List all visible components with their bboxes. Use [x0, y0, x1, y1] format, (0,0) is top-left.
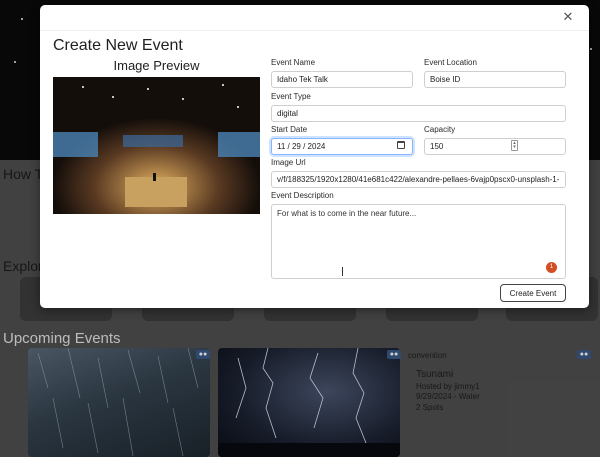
event-location-label: Event Location [424, 58, 477, 67]
capacity-label: Capacity [424, 125, 456, 134]
image-preview [53, 77, 260, 214]
event-description-textarea[interactable]: For what is to come in the near future..… [271, 204, 566, 279]
start-date-input[interactable] [271, 138, 413, 155]
event-location-input[interactable] [424, 71, 566, 88]
event-name-input[interactable] [271, 71, 413, 88]
capacity-input[interactable] [424, 138, 566, 155]
modal-divider [40, 30, 589, 31]
grammar-check-icon[interactable]: 1 [546, 262, 557, 273]
event-type-label: Event Type [271, 92, 311, 101]
create-event-button[interactable]: Create Event [500, 284, 566, 302]
start-date-label: Start Date [271, 125, 308, 134]
event-description-label: Event Description [271, 191, 334, 200]
text-cursor [342, 267, 346, 276]
image-url-input[interactable] [271, 171, 566, 188]
calendar-icon[interactable] [397, 141, 405, 149]
close-icon[interactable]: ✕ [561, 10, 575, 24]
conference-hall-image [53, 77, 260, 214]
image-preview-label: Image Preview [113, 58, 200, 73]
modal-title: Create New Event [53, 37, 183, 54]
image-url-label: Image Url [271, 158, 306, 167]
event-type-input[interactable] [271, 105, 566, 122]
spinner-icon[interactable]: ▴ ▾ [511, 140, 518, 151]
event-name-label: Event Name [271, 58, 316, 67]
